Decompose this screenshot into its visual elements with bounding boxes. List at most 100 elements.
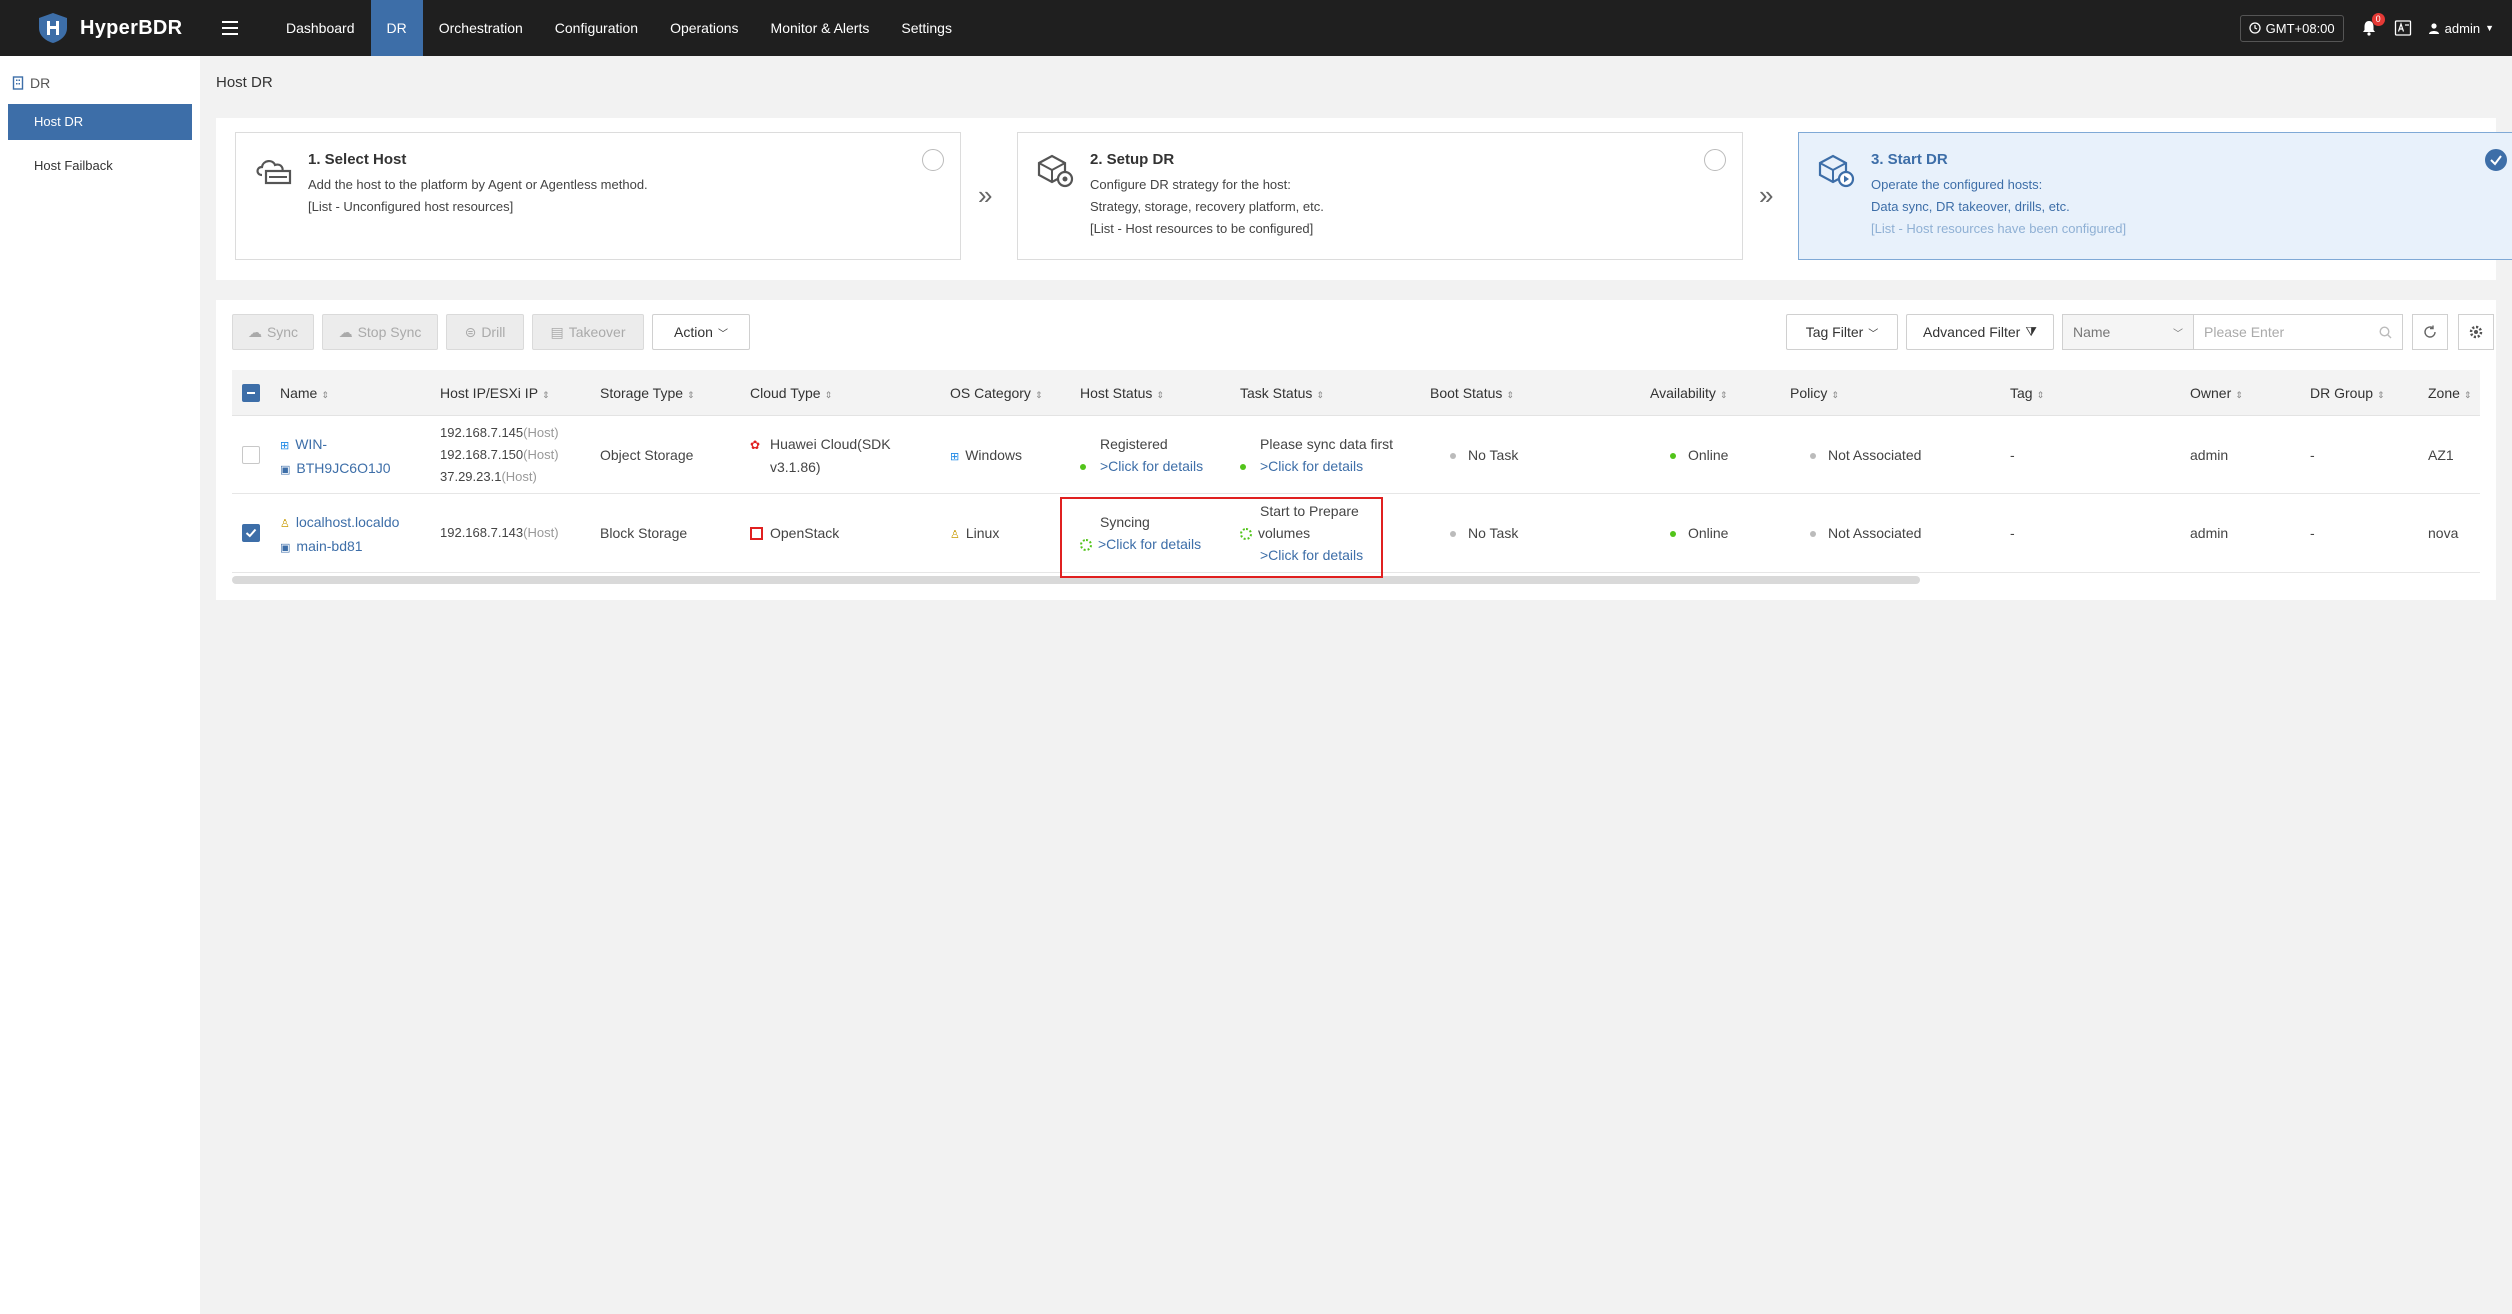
top-navbar: HyperBDR Dashboard DR Orchestration Conf… — [0, 0, 2512, 56]
host-ip-list: 192.168.7.143(Host) — [440, 525, 559, 540]
nav-monitor-alerts[interactable]: Monitor & Alerts — [755, 0, 886, 56]
sort-icon: ⇕ — [824, 390, 833, 400]
settings-button[interactable] — [2458, 314, 2494, 350]
nav-orchestration[interactable]: Orchestration — [423, 0, 539, 56]
column-header-owner[interactable]: Owner ⇕ — [2190, 370, 2243, 416]
table-row: ⊞ WIN- ▣ BTH9JC6O1J0 192.168.7.145(Host) 1… — [232, 416, 2480, 494]
zone: AZ1 — [2428, 447, 2454, 463]
step-radio[interactable] — [922, 149, 944, 171]
column-header-task-status[interactable]: Task Status ⇕ — [1240, 370, 1324, 416]
owner: admin — [2190, 447, 2229, 463]
step-title: 1. Select Host — [308, 151, 407, 168]
sort-icon: ⇕ — [2377, 390, 2385, 400]
sidebar-item-host-failback[interactable]: Host Failback — [8, 148, 192, 184]
stop-sync-button-label: Stop Sync — [357, 324, 422, 340]
column-header-cloud-type[interactable]: Cloud Type ⇕ — [750, 370, 832, 416]
user-menu[interactable]: admin ▼ — [2428, 21, 2494, 36]
timezone-label: GMT+08:00 — [2265, 20, 2335, 36]
double-chevron-right-icon: » — [1759, 180, 1774, 210]
minus-icon — [247, 392, 255, 394]
column-header-dr-group[interactable]: DR Group ⇕ — [2310, 370, 2385, 416]
notifications-button[interactable]: 0 — [2360, 13, 2385, 37]
tag-filter-button[interactable]: Tag Filter ﹀ — [1786, 314, 1898, 350]
step-radio[interactable] — [1704, 149, 1726, 171]
step-radio-checked[interactable] — [2485, 149, 2507, 171]
sync-button[interactable]: ☁ Sync — [232, 314, 314, 350]
menu-toggle-icon[interactable] — [222, 21, 238, 35]
host-status: Registered >Click for details — [1080, 433, 1203, 477]
drill-button[interactable]: ⊜ Drill — [446, 314, 524, 350]
search-icon — [2379, 325, 2392, 338]
step-description: Configure DR strategy for the host: — [1090, 177, 1291, 192]
owner: admin — [2190, 525, 2229, 541]
row-checkbox[interactable] — [242, 446, 260, 464]
nav-settings[interactable]: Settings — [885, 0, 968, 56]
step-start-dr[interactable]: 3. Start DR Operate the configured hosts… — [1798, 132, 2512, 260]
notification-count-badge: 0 — [2371, 13, 2385, 26]
step-list-note: [List - Host resources to be configured] — [1090, 221, 1314, 236]
server-icon: ▣ — [280, 464, 291, 476]
refresh-button[interactable] — [2412, 314, 2448, 350]
sort-icon: ⇕ — [542, 390, 550, 400]
sidebar-item-host-dr[interactable]: Host DR — [8, 104, 192, 140]
hyperbdr-logo-icon — [39, 13, 67, 43]
step-setup-dr[interactable]: 2. Setup DR Configure DR strategy for th… — [1017, 132, 1743, 260]
checkmark-icon — [2490, 155, 2502, 166]
takeover-button-label: Takeover — [568, 324, 626, 340]
column-header-boot-status[interactable]: Boot Status ⇕ — [1430, 370, 1514, 416]
column-header-tag[interactable]: Tag ⇕ — [2010, 370, 2044, 416]
sort-icon: ⇕ — [1831, 390, 1839, 400]
takeover-button[interactable]: ▤ Takeover — [532, 314, 644, 350]
column-header-policy[interactable]: Policy ⇕ — [1790, 370, 1839, 416]
advanced-filter-button[interactable]: Advanced Filter ⧩ — [1906, 314, 2054, 350]
select-all-checkbox[interactable] — [242, 384, 260, 402]
task-status-details-link[interactable]: >Click for details — [1260, 458, 1363, 474]
filter-icon: ⧩ — [2025, 324, 2037, 339]
host-status-details-link[interactable]: >Click for details — [1100, 458, 1203, 474]
language-icon[interactable] — [2394, 19, 2412, 37]
chevron-down-icon: ▼ — [2485, 23, 2494, 33]
host-name-link[interactable]: ♙ localhost.localdo ▣ main-bd81 — [280, 511, 399, 559]
column-header-os-category[interactable]: OS Category ⇕ — [950, 370, 1042, 416]
sort-icon: ⇕ — [2235, 390, 2243, 400]
timezone-selector[interactable]: GMT+08:00 — [2239, 14, 2344, 42]
column-header-host-status[interactable]: Host Status ⇕ — [1080, 370, 1164, 416]
status-dot — [1080, 464, 1086, 471]
sort-icon: ⇕ — [1719, 390, 1728, 400]
column-header-host-ip[interactable]: Host IP/ESXi IP ⇕ — [440, 370, 550, 416]
openstack-icon — [750, 527, 763, 540]
storage-type: Object Storage — [600, 447, 694, 463]
column-header-availability[interactable]: Availability ⇕ — [1650, 370, 1727, 416]
tag: - — [2010, 447, 2015, 463]
step-select-host[interactable]: 1. Select Host Add the host to the platf… — [235, 132, 961, 260]
host-name-link[interactable]: ⊞ WIN- ▣ BTH9JC6O1J0 — [280, 433, 391, 481]
tag-filter-label: Tag Filter — [1805, 324, 1864, 340]
cloud-type: ✿ Huawei Cloud(SDK v3.1.86) — [750, 436, 891, 475]
filter-field-select[interactable]: Name ﹀ — [2062, 314, 2194, 350]
step-description: Add the host to the platform by Agent or… — [308, 177, 648, 192]
nav-dr[interactable]: DR — [370, 0, 423, 56]
search-input[interactable]: Please Enter — [2193, 314, 2403, 350]
cloud-stop-icon: ☁ — [338, 323, 353, 340]
nav-dashboard[interactable]: Dashboard — [270, 0, 371, 56]
column-header-name[interactable]: Name ⇕ — [280, 370, 329, 416]
sidebar-group-label: DR — [30, 75, 51, 91]
row-checkbox-checked[interactable] — [242, 524, 260, 542]
stop-sync-button[interactable]: ☁ Stop Sync — [322, 314, 438, 350]
box-play-icon — [1818, 154, 1855, 188]
nav-configuration[interactable]: Configuration — [539, 0, 654, 56]
os-category: ♙ Linux — [950, 525, 1000, 541]
linux-icon: ♙ — [280, 518, 290, 530]
status-highlight-box — [1060, 497, 1383, 578]
sidebar-group-dr[interactable]: DR — [0, 70, 200, 96]
nav-operations[interactable]: Operations — [654, 0, 754, 56]
step-title: 3. Start DR — [1871, 151, 1948, 168]
column-header-storage-type[interactable]: Storage Type ⇕ — [600, 370, 695, 416]
storage-type: Block Storage — [600, 525, 688, 541]
chevron-down-icon: ﹀ — [2173, 328, 2183, 340]
action-dropdown[interactable]: Action ﹀ — [652, 314, 750, 350]
server-icon: ▣ — [280, 542, 291, 554]
sidebar: DR Host DR Host Failback — [0, 56, 200, 1314]
brand[interactable]: HyperBDR — [0, 11, 200, 45]
column-header-zone[interactable]: Zone ⇕ — [2428, 370, 2471, 416]
